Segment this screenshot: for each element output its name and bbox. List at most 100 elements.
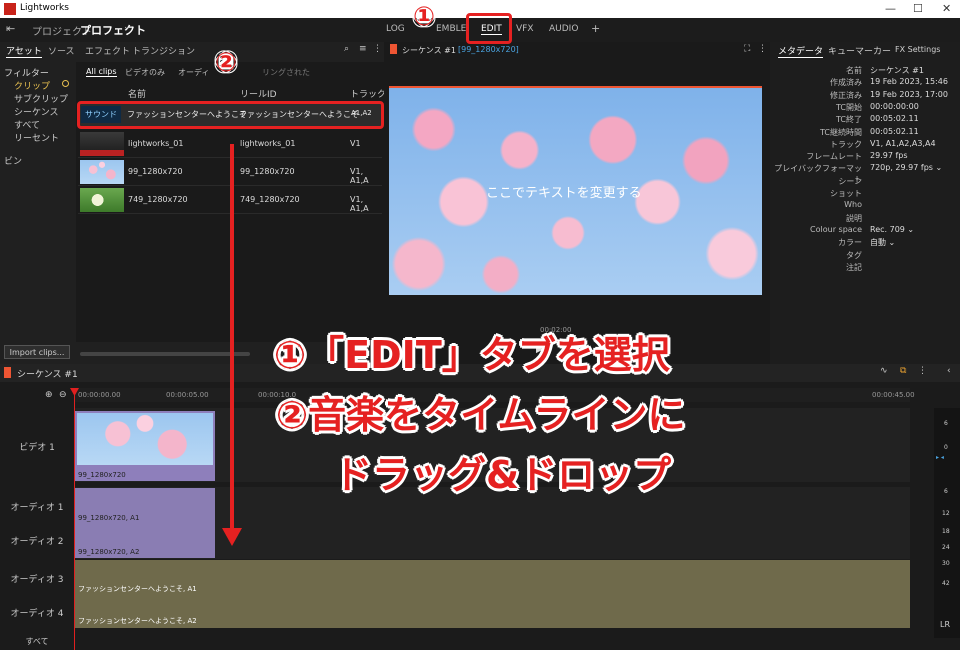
annotation-box-sound-row [77, 101, 384, 129]
list-view-icon[interactable]: ≡ [359, 44, 367, 54]
clip-thumbnail [80, 160, 124, 184]
horizontal-scrollbar[interactable] [80, 352, 250, 356]
metadata-value[interactable]: 19 Feb 2023, 17:00 [870, 90, 948, 99]
search-icon[interactable]: ⌕ [344, 44, 349, 54]
track-label-audio4[interactable]: オーディオ 4 [0, 606, 74, 619]
metadata-label: トラック [830, 139, 862, 149]
level-tick: 6 [944, 488, 948, 495]
metadata-value[interactable]: 00:05:02.11 [870, 127, 919, 136]
metadata-label: Colour space [810, 224, 862, 234]
column-reel-id[interactable]: リールID [240, 87, 277, 100]
clip-thumbnail [80, 132, 124, 156]
tab-log[interactable]: LOG [386, 24, 405, 34]
level-channel-label: LR [940, 620, 951, 629]
annotation-text-line3: ドラッグ&ドロップ [334, 453, 672, 497]
filter-sidebar: フィルター クリップ サブクリップ シーケンス すべて リーセント ビン [0, 62, 76, 362]
metadata-value[interactable]: 720p, 29.97 fps ⌄ [870, 163, 942, 172]
more-options-icon[interactable]: ⋮ [373, 44, 382, 54]
tab-audio[interactable]: AUDIO [549, 24, 578, 34]
bin-heading[interactable]: ビン [4, 154, 22, 167]
tab-vfx[interactable]: VFX [516, 24, 534, 34]
more-options-icon[interactable]: ⋮ [918, 366, 927, 376]
tab-fx-settings[interactable]: FX Settings [895, 45, 940, 54]
level-tick: 0 [944, 444, 948, 451]
filter-item-all[interactable]: すべて [14, 118, 40, 131]
metadata-value[interactable]: Rec. 709 ⌄ [870, 225, 914, 234]
chevron-down-icon[interactable]: ⌄ [123, 22, 131, 32]
back-arrow-icon[interactable]: ⇤ [6, 22, 15, 35]
column-tracks[interactable]: トラック [350, 87, 386, 100]
project-name-dropdown[interactable]: プロフェクト [80, 22, 146, 38]
viewer-resolution: [99_1280x720] [458, 45, 519, 54]
tab-cue-markers[interactable]: キューマーカー [828, 44, 891, 57]
metadata-label: フレームレート [806, 152, 862, 162]
level-tick: 12 [942, 510, 950, 517]
filter-item-subclips[interactable]: サブクリップ [14, 92, 68, 105]
app-logo-icon [4, 3, 16, 15]
clip-reel: 749_1280x720 [240, 195, 300, 204]
annotation-box-edit-tab [466, 13, 512, 44]
filter-item-sequences[interactable]: シーケンス [14, 105, 59, 118]
metadata-value[interactable]: 29.97 fps [870, 151, 908, 160]
tab-synced[interactable]: リングされた [262, 67, 310, 78]
clip-name: 749_1280x720 [128, 195, 188, 204]
zoom-in-icon[interactable]: ⊕ [45, 390, 53, 400]
tab-effects[interactable]: エフェクト [85, 44, 130, 57]
tab-assets[interactable]: アセット [6, 44, 42, 58]
maximize-button[interactable]: ☐ [913, 2, 923, 15]
filter-item-recent[interactable]: リーセント [14, 131, 59, 144]
track-label-audio2[interactable]: オーディオ 2 [0, 534, 74, 547]
filter-active-indicator-icon [62, 80, 69, 87]
audio-clip[interactable]: 99_1280x720, A1 99_1280x720, A2 [75, 488, 215, 558]
clip-reel: 99_1280x720 [240, 167, 295, 176]
tab-metadata[interactable]: メタデータ [778, 44, 824, 58]
music-clip[interactable]: ファッションセンターへようこそ, A1 ファッションセンターへようこそ, A2 [75, 560, 910, 628]
playhead[interactable] [74, 388, 75, 650]
tab-audio-only[interactable]: オーディ [178, 67, 209, 78]
sequence-flag-icon [4, 367, 11, 378]
metadata-label: タグ [846, 250, 862, 260]
clip-name: lightworks_01 [128, 139, 184, 148]
column-name[interactable]: 名前 [128, 87, 146, 100]
metadata-label: 修正済み [830, 90, 862, 100]
add-tab-button[interactable]: + [591, 22, 600, 35]
tab-video-only[interactable]: ビデオのみ [125, 67, 165, 78]
metadata-value[interactable]: V1, A1,A2,A3,A4 [870, 139, 936, 148]
copy-icon[interactable]: ⧉ [900, 366, 906, 376]
metadata-value[interactable]: シーケンス #1 [870, 65, 924, 76]
import-clips-button[interactable]: Import clips... [4, 345, 70, 359]
track-label-audio3[interactable]: オーディオ 3 [0, 572, 74, 585]
level-tick: 24 [942, 544, 950, 551]
clip-reel: lightworks_01 [240, 139, 296, 148]
fullscreen-icon[interactable]: ⛶ [744, 44, 750, 54]
minimize-button[interactable]: — [885, 2, 896, 15]
video-clip[interactable]: 99_1280x720 [75, 411, 215, 481]
close-button[interactable]: ✕ [942, 2, 951, 15]
annotation-arrow-shaft [230, 144, 234, 529]
tab-all-clips[interactable]: All clips [86, 67, 117, 77]
collapse-icon[interactable]: ‹ [947, 366, 951, 376]
metadata-label: TC終了 [835, 115, 862, 125]
tab-transitions[interactable]: トランジション [132, 44, 195, 57]
overlay-text[interactable]: ここでテキストを変更する [486, 182, 642, 201]
tab-sources[interactable]: ソース [48, 44, 75, 57]
track-label-all[interactable]: すべて [0, 636, 74, 647]
annotation-number-1: ① [413, 2, 436, 32]
metadata-label: 注記 [846, 262, 862, 272]
metadata-value[interactable]: 19 Feb 2023, 15:46 [870, 77, 948, 86]
metadata-value[interactable]: 00:00:00:00 [870, 102, 919, 111]
level-tick: 30 [942, 560, 950, 567]
zoom-out-icon[interactable]: ⊖ [59, 390, 67, 400]
level-tick: 18 [942, 528, 950, 535]
ruler-tick: 00:00:00.00 [78, 391, 121, 399]
waveform-icon[interactable]: ∿ [880, 366, 888, 376]
metadata-value[interactable]: 自動 ⌄ [870, 237, 895, 248]
filter-item-clips[interactable]: クリップ [14, 79, 50, 92]
clip-label: 99_1280x720 [78, 471, 126, 479]
tab-assemble[interactable]: EMBLE [436, 24, 466, 34]
track-label-video1[interactable]: ビデオ 1 [0, 440, 74, 453]
annotation-text-line2: ②音楽をタイムラインに [276, 393, 686, 437]
metadata-value[interactable]: 00:05:02.11 [870, 114, 919, 123]
track-label-audio1[interactable]: オーディオ 1 [0, 500, 74, 513]
more-options-icon[interactable]: ⋮ [758, 44, 767, 54]
